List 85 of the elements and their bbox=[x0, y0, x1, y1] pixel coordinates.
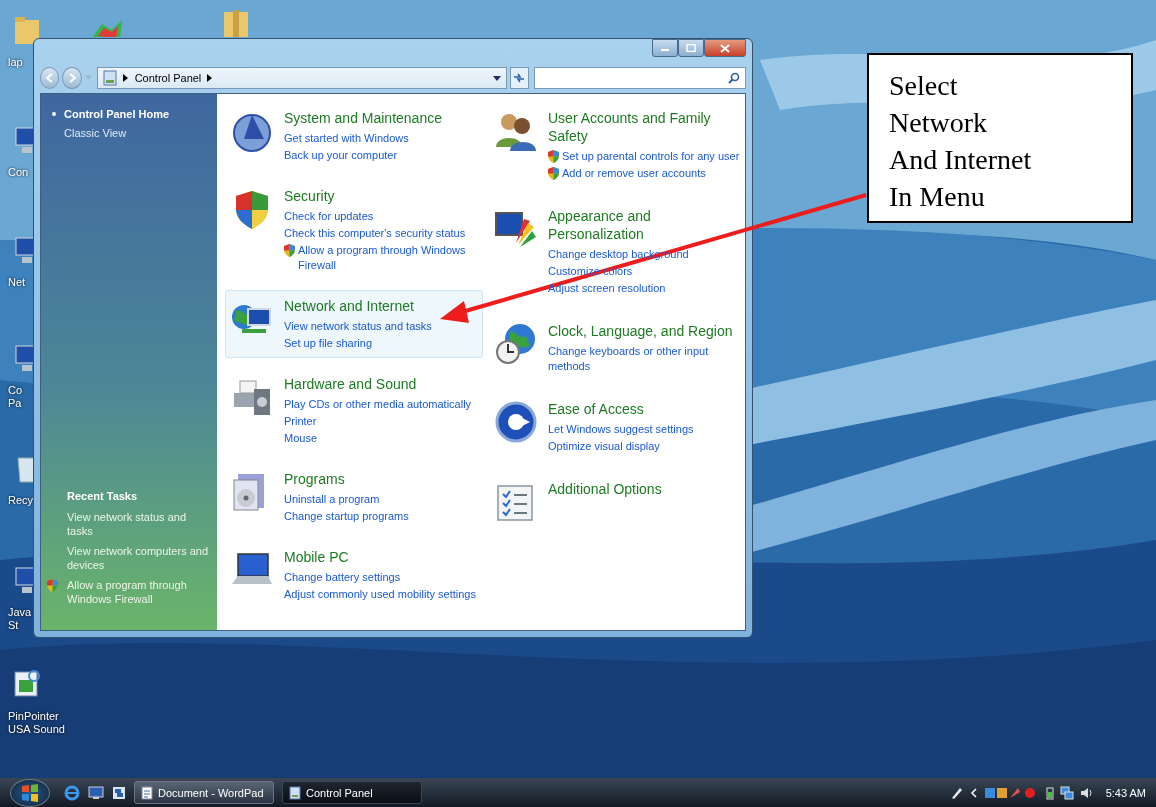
picture-magnifier-icon[interactable] bbox=[12, 668, 42, 700]
refresh-button[interactable] bbox=[509, 67, 529, 89]
task-link[interactable]: Set up parental controls for any user bbox=[562, 149, 740, 164]
task-link[interactable]: Check this computer's security status bbox=[284, 226, 466, 241]
category-title[interactable]: Network and Internet bbox=[284, 297, 432, 315]
category-title[interactable]: Mobile PC bbox=[284, 548, 476, 566]
maximize-button[interactable] bbox=[678, 39, 704, 57]
task-link[interactable]: Set up file sharing bbox=[284, 336, 373, 351]
desktop-icon-label: Net bbox=[8, 276, 26, 289]
start-button[interactable] bbox=[10, 778, 50, 807]
task-link[interactable]: Printer bbox=[284, 414, 317, 429]
desktop-icon-label: Java bbox=[8, 606, 32, 619]
document-icon bbox=[141, 785, 153, 800]
task-link[interactable]: Let Windows suggest settings bbox=[548, 422, 694, 437]
category-title[interactable]: Security bbox=[284, 187, 478, 205]
task-link[interactable]: Adjust commonly used mobility settings bbox=[284, 587, 476, 602]
search-icon bbox=[728, 72, 740, 84]
task-link[interactable]: Back up your computer bbox=[284, 148, 398, 163]
callout-text: Network bbox=[889, 106, 988, 140]
taskbar-button[interactable]: Document - WordPad bbox=[134, 781, 274, 804]
maximize-icon bbox=[686, 44, 696, 52]
desktop-icon-label: USA Sound bbox=[8, 723, 65, 736]
task-link[interactable]: Customize colors bbox=[548, 264, 633, 279]
desktop-icon-label: Recy bbox=[8, 494, 34, 507]
callout-text: Select bbox=[889, 69, 959, 103]
task-link[interactable]: Allow a program through Windows Firewall bbox=[298, 243, 478, 273]
category-title[interactable]: System and Maintenance bbox=[284, 109, 442, 127]
computer-icon[interactable] bbox=[12, 124, 33, 156]
task-link[interactable]: Optimize visual display bbox=[548, 439, 660, 454]
task-link[interactable]: Change keyboards or other input methods bbox=[548, 344, 740, 374]
close-icon bbox=[720, 43, 730, 53]
desktop-icon-label: lap bbox=[8, 56, 23, 69]
category-title[interactable]: Ease of Access bbox=[548, 400, 694, 418]
minimize-button[interactable] bbox=[652, 39, 678, 57]
task-link[interactable]: Change battery settings bbox=[284, 570, 401, 585]
pen-icon[interactable] bbox=[949, 785, 964, 800]
address-bar[interactable]: Control Panel bbox=[96, 67, 507, 89]
task-link[interactable]: View network status and tasks bbox=[284, 319, 432, 334]
callout-text: And Internet bbox=[889, 143, 1033, 177]
breadcrumb[interactable]: Control Panel bbox=[134, 72, 202, 84]
task-link[interactable]: Uninstall a program bbox=[284, 492, 380, 507]
network-computer-icon[interactable] bbox=[12, 234, 33, 266]
category-title[interactable]: Appearance and Personalization bbox=[548, 207, 740, 243]
forward-button[interactable] bbox=[62, 67, 82, 89]
desktop-icon[interactable] bbox=[88, 785, 104, 800]
callout-text: In Menu bbox=[889, 180, 986, 214]
dropdown-arrow-icon[interactable] bbox=[492, 75, 501, 81]
close-button[interactable] bbox=[704, 39, 746, 57]
sidebar-link[interactable]: Classic View bbox=[64, 127, 127, 139]
taskbar-button[interactable]: Control Panel bbox=[282, 781, 422, 804]
task-link[interactable]: Mouse bbox=[284, 431, 318, 446]
sidebar-link[interactable]: Control Panel Home bbox=[64, 108, 170, 120]
task-link[interactable]: Check for updates bbox=[284, 209, 374, 224]
category-title[interactable]: Programs bbox=[284, 470, 409, 488]
desktop-icon-label: PinPointer bbox=[8, 710, 59, 723]
accessibility-icon bbox=[494, 400, 538, 444]
task-link[interactable]: Change startup programs bbox=[284, 509, 409, 524]
battery-icon[interactable] bbox=[1045, 785, 1054, 800]
category-title[interactable]: User Accounts and Family Safety bbox=[548, 109, 740, 145]
task-link[interactable]: Get started with Windows bbox=[284, 131, 409, 146]
back-button[interactable] bbox=[40, 67, 60, 89]
volume-icon[interactable] bbox=[1079, 785, 1094, 800]
network-icon[interactable] bbox=[1059, 785, 1074, 800]
desktop-icon-label: St bbox=[8, 619, 19, 632]
globe-clock-icon bbox=[494, 322, 538, 366]
windows-logo bbox=[19, 781, 41, 804]
switch-windows-icon[interactable] bbox=[112, 785, 126, 800]
task-link[interactable]: Adjust screen resolution bbox=[548, 281, 666, 296]
category-title[interactable]: Clock, Language, and Region bbox=[548, 322, 740, 340]
task-link[interactable]: Play CDs or other media automatically bbox=[284, 397, 472, 412]
search-field[interactable] bbox=[534, 67, 746, 89]
desktop-icon-label: Con bbox=[8, 166, 29, 179]
section-heading: Recent Tasks bbox=[67, 490, 139, 502]
breadcrumb-arrow-icon[interactable] bbox=[207, 74, 214, 82]
category-title[interactable]: Additional Options bbox=[548, 480, 662, 498]
desktop-icon-label: Co bbox=[8, 384, 23, 397]
desktop-icon-label: Pa bbox=[8, 397, 22, 410]
clock[interactable]: 5:43 AM bbox=[1105, 786, 1146, 799]
task-link[interactable]: Add or remove user accounts bbox=[562, 166, 706, 181]
chevron-icon[interactable] bbox=[969, 787, 978, 798]
breadcrumb-arrow-icon[interactable] bbox=[122, 74, 129, 82]
browser-icon[interactable] bbox=[64, 784, 80, 801]
refresh-icon bbox=[512, 71, 527, 85]
highlighted-category[interactable]: Network and Internet View network status and tasks Set up file sharing bbox=[225, 290, 483, 358]
category-title[interactable]: Hardware and Sound bbox=[284, 375, 472, 393]
